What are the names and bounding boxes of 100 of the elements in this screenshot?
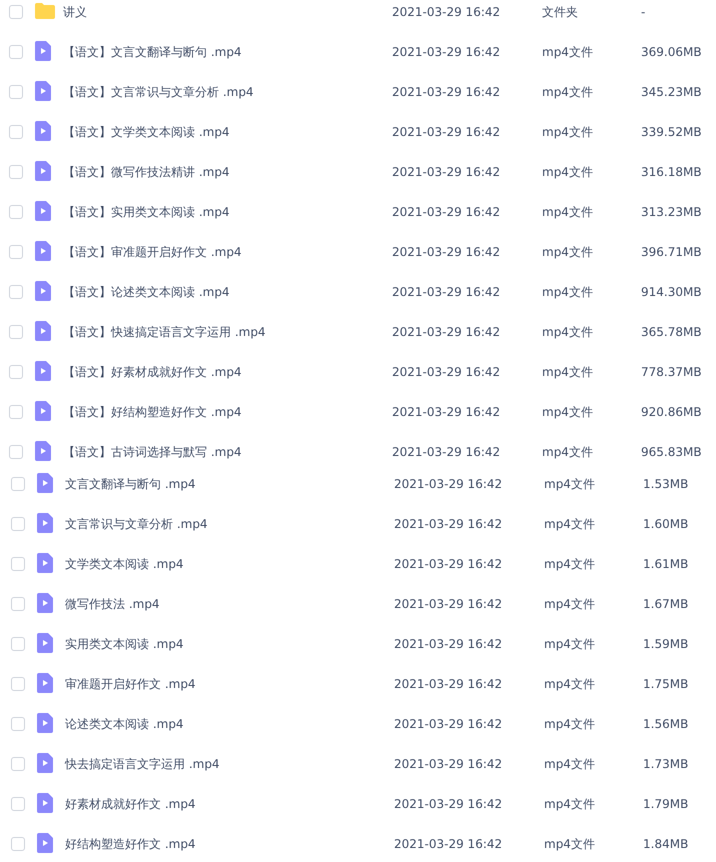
checkbox[interactable] xyxy=(9,445,23,459)
file-size: 365.78MB xyxy=(641,325,703,339)
file-size: 1.79MB xyxy=(643,797,690,811)
file-type: mp4文件 xyxy=(542,324,594,340)
file-name[interactable]: 【语文】好结构塑造好作文 .mp4 xyxy=(63,404,392,420)
file-size: 345.23MB xyxy=(641,85,703,99)
checkbox[interactable] xyxy=(11,797,25,811)
modified-date: 2021-03-29 16:42 xyxy=(394,597,504,611)
video-file-icon xyxy=(37,792,53,812)
video-file-icon xyxy=(35,80,51,100)
file-name[interactable]: 【语文】快速搞定语言文字运用 .mp4 xyxy=(63,324,392,340)
file-name[interactable]: 文学类文本阅读 .mp4 xyxy=(65,556,394,572)
file-name[interactable]: 【语文】古诗词选择与默写 .mp4 xyxy=(63,444,392,460)
file-size: 1.60MB xyxy=(643,517,690,531)
checkbox[interactable] xyxy=(9,165,23,179)
file-type: mp4文件 xyxy=(544,716,596,732)
file-size: 914.30MB xyxy=(641,285,703,299)
file-name[interactable]: 【语文】实用类文本阅读 .mp4 xyxy=(63,204,392,220)
checkbox[interactable] xyxy=(9,45,23,59)
file-type: mp4文件 xyxy=(542,364,594,380)
modified-date: 2021-03-29 16:42 xyxy=(394,637,504,651)
file-size: 965.83MB xyxy=(641,445,703,459)
video-file-icon xyxy=(37,512,53,532)
file-name[interactable]: 实用类文本阅读 .mp4 xyxy=(65,636,394,652)
file-type: mp4文件 xyxy=(544,796,596,812)
file-name[interactable]: 文言常识与文章分析 .mp4 xyxy=(65,516,394,532)
file-size: 1.67MB xyxy=(643,597,690,611)
file-type: mp4文件 xyxy=(542,444,594,460)
file-name[interactable]: 【语文】微写作技法精讲 .mp4 xyxy=(63,164,392,180)
file-size: 396.71MB xyxy=(641,245,703,259)
file-name[interactable]: 好素材成就好作文 .mp4 xyxy=(65,796,394,812)
file-type: 文件夹 xyxy=(542,4,579,20)
video-file-icon xyxy=(37,832,53,852)
checkbox[interactable] xyxy=(11,557,25,571)
file-size: 1.75MB xyxy=(643,677,690,691)
checkbox[interactable] xyxy=(9,405,23,419)
checkbox[interactable] xyxy=(11,597,25,611)
modified-date: 2021-03-29 16:42 xyxy=(394,517,504,531)
file-type: mp4文件 xyxy=(542,404,594,420)
checkbox[interactable] xyxy=(9,325,23,339)
modified-date: 2021-03-29 16:42 xyxy=(394,717,504,731)
video-file-icon xyxy=(37,552,53,572)
checkbox[interactable] xyxy=(11,677,25,691)
modified-date: 2021-03-29 16:42 xyxy=(394,677,504,691)
file-name[interactable]: 论述类文本阅读 .mp4 xyxy=(65,716,394,732)
file-name[interactable]: 【语文】文言常识与文章分析 .mp4 xyxy=(63,84,392,100)
modified-date: 2021-03-29 16:42 xyxy=(392,325,502,339)
file-name[interactable]: 审准题开启好作文 .mp4 xyxy=(65,676,394,692)
video-file-icon xyxy=(37,712,53,732)
file-size: 339.52MB xyxy=(641,125,703,139)
video-file-icon xyxy=(37,752,53,772)
file-name[interactable]: 【语文】好素材成就好作文 .mp4 xyxy=(63,364,392,380)
file-name[interactable]: 文言文翻译与断句 .mp4 xyxy=(65,476,394,492)
checkbox[interactable] xyxy=(9,5,23,19)
checkbox[interactable] xyxy=(9,125,23,139)
file-name[interactable]: 【语文】审准题开启好作文 .mp4 xyxy=(63,244,392,260)
checkbox[interactable] xyxy=(9,365,23,379)
checkbox[interactable] xyxy=(9,205,23,219)
file-size: 313.23MB xyxy=(641,205,703,219)
checkbox[interactable] xyxy=(9,85,23,99)
file-name[interactable]: 微写作技法 .mp4 xyxy=(65,596,394,612)
checkbox[interactable] xyxy=(11,757,25,771)
checkbox[interactable] xyxy=(9,245,23,259)
modified-date: 2021-03-29 16:42 xyxy=(392,245,502,259)
file-type: mp4文件 xyxy=(542,124,594,140)
file-name[interactable]: 【语文】文学类文本阅读 .mp4 xyxy=(63,124,392,140)
video-file-icon xyxy=(37,672,53,692)
video-file-icon xyxy=(35,360,51,380)
checkbox[interactable] xyxy=(11,517,25,531)
file-name[interactable]: 讲义 xyxy=(63,4,392,20)
file-name[interactable]: 快去搞定语言文字运用 .mp4 xyxy=(65,756,394,772)
modified-date: 2021-03-29 16:42 xyxy=(392,445,502,459)
file-name[interactable]: 【语文】文言文翻译与断句 .mp4 xyxy=(63,44,392,60)
folder-icon xyxy=(35,2,55,18)
video-file-icon xyxy=(35,120,51,140)
file-size: 1.59MB xyxy=(643,637,690,651)
checkbox[interactable] xyxy=(11,837,25,851)
checkbox[interactable] xyxy=(11,637,25,651)
file-name[interactable]: 【语文】论述类文本阅读 .mp4 xyxy=(63,284,392,300)
checkbox[interactable] xyxy=(11,717,25,731)
modified-date: 2021-03-29 16:42 xyxy=(392,125,502,139)
modified-date: 2021-03-29 16:42 xyxy=(394,837,504,851)
file-name[interactable]: 好结构塑造好作文 .mp4 xyxy=(65,836,394,852)
modified-date: 2021-03-29 16:42 xyxy=(392,205,502,219)
file-size: 920.86MB xyxy=(641,405,703,419)
file-type: mp4文件 xyxy=(544,676,596,692)
file-type: mp4文件 xyxy=(542,244,594,260)
file-size: 1.73MB xyxy=(643,757,690,771)
checkbox[interactable] xyxy=(11,477,25,491)
modified-date: 2021-03-29 16:42 xyxy=(392,5,502,19)
modified-date: 2021-03-29 16:42 xyxy=(394,477,504,491)
modified-date: 2021-03-29 16:42 xyxy=(392,165,502,179)
file-type: mp4文件 xyxy=(544,836,596,852)
modified-date: 2021-03-29 16:42 xyxy=(394,797,504,811)
file-type: mp4文件 xyxy=(542,284,594,300)
checkbox[interactable] xyxy=(9,285,23,299)
video-file-icon xyxy=(35,440,51,460)
file-type: mp4文件 xyxy=(544,516,596,532)
file-type: mp4文件 xyxy=(542,164,594,180)
modified-date: 2021-03-29 16:42 xyxy=(392,85,502,99)
